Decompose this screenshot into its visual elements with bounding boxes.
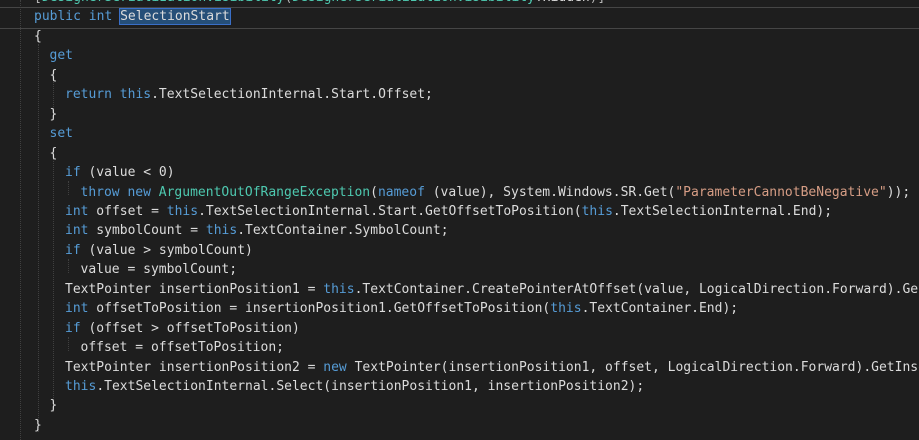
code-token-keyword: throw xyxy=(80,184,120,200)
code-token-keyword: this xyxy=(166,203,199,219)
code-token-plain: (offset > offsetToPosition) xyxy=(80,320,300,336)
indent-guide xyxy=(68,181,69,195)
code-token-keyword: this xyxy=(581,203,613,219)
code-token-keyword: get xyxy=(49,48,73,64)
code-token-punctuation: [ xyxy=(34,0,42,5)
code-token-plain: } xyxy=(49,398,58,414)
code-token-keyword: if xyxy=(65,242,81,258)
code-editor[interactable]: [DesignerSerializationVisibility(Designe… xyxy=(0,0,919,440)
code-token-type: DesignerSerializationVisibility xyxy=(42,0,285,5)
code-line: } xyxy=(34,416,42,435)
code-token-keyword: new xyxy=(127,184,151,200)
code-line: { xyxy=(34,27,42,46)
code-line: offset = offsetToPosition; xyxy=(81,338,285,357)
code-token-keyword: if xyxy=(65,320,81,336)
code-token-plain: TextPointer insertionPosition2 = xyxy=(65,359,324,375)
code-token-keyword: int xyxy=(65,301,89,317)
code-token-plain: TextPointer(insertionPosition1, offset, … xyxy=(354,359,919,375)
code-token-keyword: nameof xyxy=(377,184,425,200)
code-token-plain: } xyxy=(49,106,58,122)
code-token-keyword: new xyxy=(323,359,347,375)
code-token-plain: { xyxy=(49,145,58,161)
code-line: int offset = this.TextSelectionInternal.… xyxy=(65,202,832,221)
code-token-keyword: int xyxy=(65,223,89,239)
code-line: if (offset > offsetToPosition) xyxy=(65,319,300,338)
code-token-keyword: return xyxy=(65,87,112,103)
code-line: throw new ArgumentOutOfRangeException(na… xyxy=(81,183,911,202)
code-token-type: ArgumentOutOfRangeException xyxy=(158,184,371,200)
code-line: this.TextSelectionInternal.Select(insert… xyxy=(65,377,644,396)
indent-guide xyxy=(53,153,54,412)
code-token-plain: { xyxy=(49,67,58,83)
code-token-keyword: this xyxy=(205,223,238,239)
code-line: [DesignerSerializationVisibility(Designe… xyxy=(34,0,605,7)
code-line: get xyxy=(50,46,73,65)
indent-guide xyxy=(68,259,69,273)
code-token-plain: } xyxy=(34,417,42,433)
code-token-plain: .TextSelectionInternal.Select(insertionP… xyxy=(96,379,645,394)
code-token-punctuation: )] xyxy=(590,0,606,5)
code-line: { xyxy=(50,144,58,163)
code-token-plain: .TextContainer.CreatePointerAtOffset(val… xyxy=(354,281,919,297)
indent-guide xyxy=(68,337,69,351)
code-token-plain: { xyxy=(34,28,42,44)
code-line: if (value < 0) xyxy=(65,163,175,182)
code-line: TextPointer insertionPosition2 = new Tex… xyxy=(65,358,919,377)
code-token-keyword: int xyxy=(88,9,113,25)
code-token-plain: offsetToPosition = insertionPosition1.Ge… xyxy=(88,301,551,317)
code-line: TextPointer insertionPosition1 = this.Te… xyxy=(65,280,919,299)
code-line: int symbolCount = this.TextContainer.Sym… xyxy=(65,221,449,240)
code-token-plain: (value > symbolCount) xyxy=(80,242,253,258)
code-line: } xyxy=(50,396,58,415)
code-token-plain: .TextContainer.SymbolCount; xyxy=(237,223,449,239)
indent-guide xyxy=(38,44,39,432)
code-token-plain: )); xyxy=(886,184,911,200)
code-token-keyword: int xyxy=(65,203,89,219)
code-token-plain: .TextContainer.End); xyxy=(581,301,739,317)
code-line: public int SelectionStart xyxy=(34,7,231,26)
code-token-punctuation: . xyxy=(535,0,543,5)
code-token-plain: .TextSelectionInternal.Start.Offset; xyxy=(151,87,433,103)
indent-guide xyxy=(20,0,21,440)
code-line: value = symbolCount; xyxy=(81,260,238,279)
code-token-plain: value = symbolCount; xyxy=(80,262,238,278)
code-token-plain: (value < 0) xyxy=(80,165,175,181)
code-token-plain: offset = offsetToPosition; xyxy=(80,340,285,356)
code-token-keyword: if xyxy=(65,165,81,181)
code-token-string: "ParameterCannotBeNegative" xyxy=(675,184,887,200)
code-token-plain: .TextSelectionInternal.Start.GetOffsetTo… xyxy=(198,203,582,219)
code-token-keyword: public xyxy=(34,9,81,25)
code-token-keyword: this xyxy=(323,281,355,297)
code-line: set xyxy=(50,124,73,143)
code-line: } xyxy=(50,105,58,124)
code-token-keyword: set xyxy=(49,126,73,142)
code-token-plain: Hidden xyxy=(543,0,590,5)
code-token-plain: offset = xyxy=(88,203,167,219)
code-line: return this.TextSelectionInternal.Start.… xyxy=(65,85,433,104)
code-token-keyword: this xyxy=(65,379,97,394)
code-token-plain: .TextSelectionInternal.End); xyxy=(612,203,833,219)
code-token-plain: symbolCount = xyxy=(88,223,206,239)
code-token-keyword: this xyxy=(550,301,582,317)
code-token-plain: (value), System.Windows.SR.Get( xyxy=(424,184,676,200)
code-token-plain: ( xyxy=(370,184,378,200)
selected-identifier: SelectionStart xyxy=(119,8,231,26)
code-token-type: DesignerSerializationVisibility xyxy=(292,0,535,5)
code-line: if (value > symbolCount) xyxy=(65,241,253,260)
code-token-plain: TextPointer insertionPosition1 = xyxy=(65,281,324,297)
code-line: int offsetToPosition = insertionPosition… xyxy=(65,299,738,318)
code-line: { xyxy=(50,66,58,85)
code-token-keyword: this xyxy=(119,87,152,103)
